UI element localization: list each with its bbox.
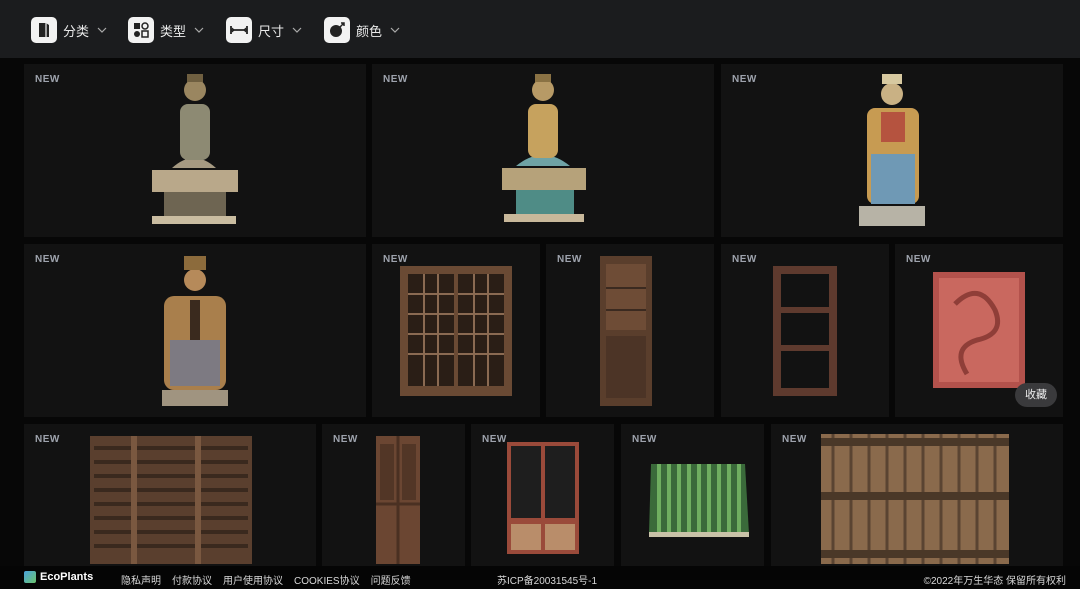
filter-toolbar: 分类 类型 尺寸 颜色 bbox=[0, 0, 1080, 58]
seated-buddha-image bbox=[152, 74, 238, 224]
product-card[interactable]: NEW bbox=[24, 424, 316, 566]
product-card[interactable]: NEW bbox=[24, 244, 366, 417]
filter-color-label: 颜色 bbox=[356, 23, 383, 39]
red-glass-door-image bbox=[507, 442, 579, 554]
carved-door-panel-image bbox=[376, 436, 420, 564]
product-card[interactable]: NEW bbox=[721, 244, 889, 417]
product-card[interactable]: NEW bbox=[372, 64, 714, 237]
seated-judge-image bbox=[162, 256, 228, 406]
payment-agreement-link[interactable]: 付款协议 bbox=[172, 572, 212, 587]
privacy-link[interactable]: 隐私声明 bbox=[121, 572, 161, 587]
ecoplants-logo-icon bbox=[24, 571, 36, 583]
feedback-link[interactable]: 问题反馈 bbox=[371, 572, 411, 587]
seated-official-image bbox=[859, 74, 925, 226]
book-icon bbox=[31, 17, 57, 43]
product-card[interactable]: NEW bbox=[546, 244, 714, 417]
chevron-down-icon bbox=[194, 27, 204, 33]
filter-color[interactable]: 颜色 bbox=[324, 16, 400, 44]
lattice-window-image bbox=[400, 266, 512, 396]
brand-name: EcoPlants bbox=[40, 571, 94, 583]
product-card[interactable]: NEW bbox=[372, 244, 540, 417]
brand-logo[interactable]: EcoPlants bbox=[24, 571, 93, 583]
footer-links: 隐私声明 付款协议 用户使用协议 COOKIES协议 问题反馈 bbox=[121, 572, 411, 587]
user-agreement-link[interactable]: 用户使用协议 bbox=[223, 572, 283, 587]
product-card[interactable]: NEW bbox=[471, 424, 614, 566]
product-card[interactable]: NEW 收藏 bbox=[895, 244, 1063, 417]
chevron-down-icon bbox=[390, 27, 400, 33]
favorite-button[interactable]: 收藏 bbox=[1015, 383, 1057, 407]
wooden-window-frame-image bbox=[773, 266, 837, 396]
product-card[interactable]: NEW bbox=[721, 64, 1063, 237]
chevron-down-icon bbox=[97, 27, 107, 33]
filter-category[interactable]: 分类 bbox=[31, 16, 107, 44]
ruler-icon bbox=[226, 17, 252, 43]
green-roof-tiles-image bbox=[649, 464, 749, 537]
product-card[interactable]: NEW bbox=[24, 64, 366, 237]
filter-size[interactable]: 尺寸 bbox=[226, 16, 302, 44]
chevron-down-icon bbox=[292, 27, 302, 33]
wooden-door-image bbox=[600, 256, 652, 406]
filter-type[interactable]: 类型 bbox=[128, 16, 204, 44]
cookies-link[interactable]: COOKIES协议 bbox=[294, 572, 360, 587]
copyright: ©2022年万生华态 保留所有权利 bbox=[923, 576, 1066, 587]
seated-bodhisattva-image bbox=[502, 74, 586, 222]
product-card[interactable]: NEW bbox=[771, 424, 1063, 566]
icp-license[interactable]: 苏ICP备20031545号-1 bbox=[497, 572, 597, 587]
product-grid: NEW NEW NEW NEW NEW NEW NEW NEW 收藏 NEW N… bbox=[0, 58, 1080, 566]
grid-shapes-icon bbox=[128, 17, 154, 43]
filter-category-label: 分类 bbox=[63, 23, 90, 39]
product-card[interactable]: NEW bbox=[621, 424, 764, 566]
site-footer: EcoPlants 隐私声明 付款协议 用户使用协议 COOKIES协议 问题反… bbox=[0, 566, 1080, 589]
palette-icon bbox=[324, 17, 350, 43]
filter-type-label: 类型 bbox=[160, 23, 187, 39]
product-card[interactable]: NEW bbox=[322, 424, 465, 566]
timber-ceiling-image bbox=[821, 434, 1009, 564]
wooden-shelf-image bbox=[90, 436, 252, 564]
filter-size-label: 尺寸 bbox=[258, 23, 285, 39]
